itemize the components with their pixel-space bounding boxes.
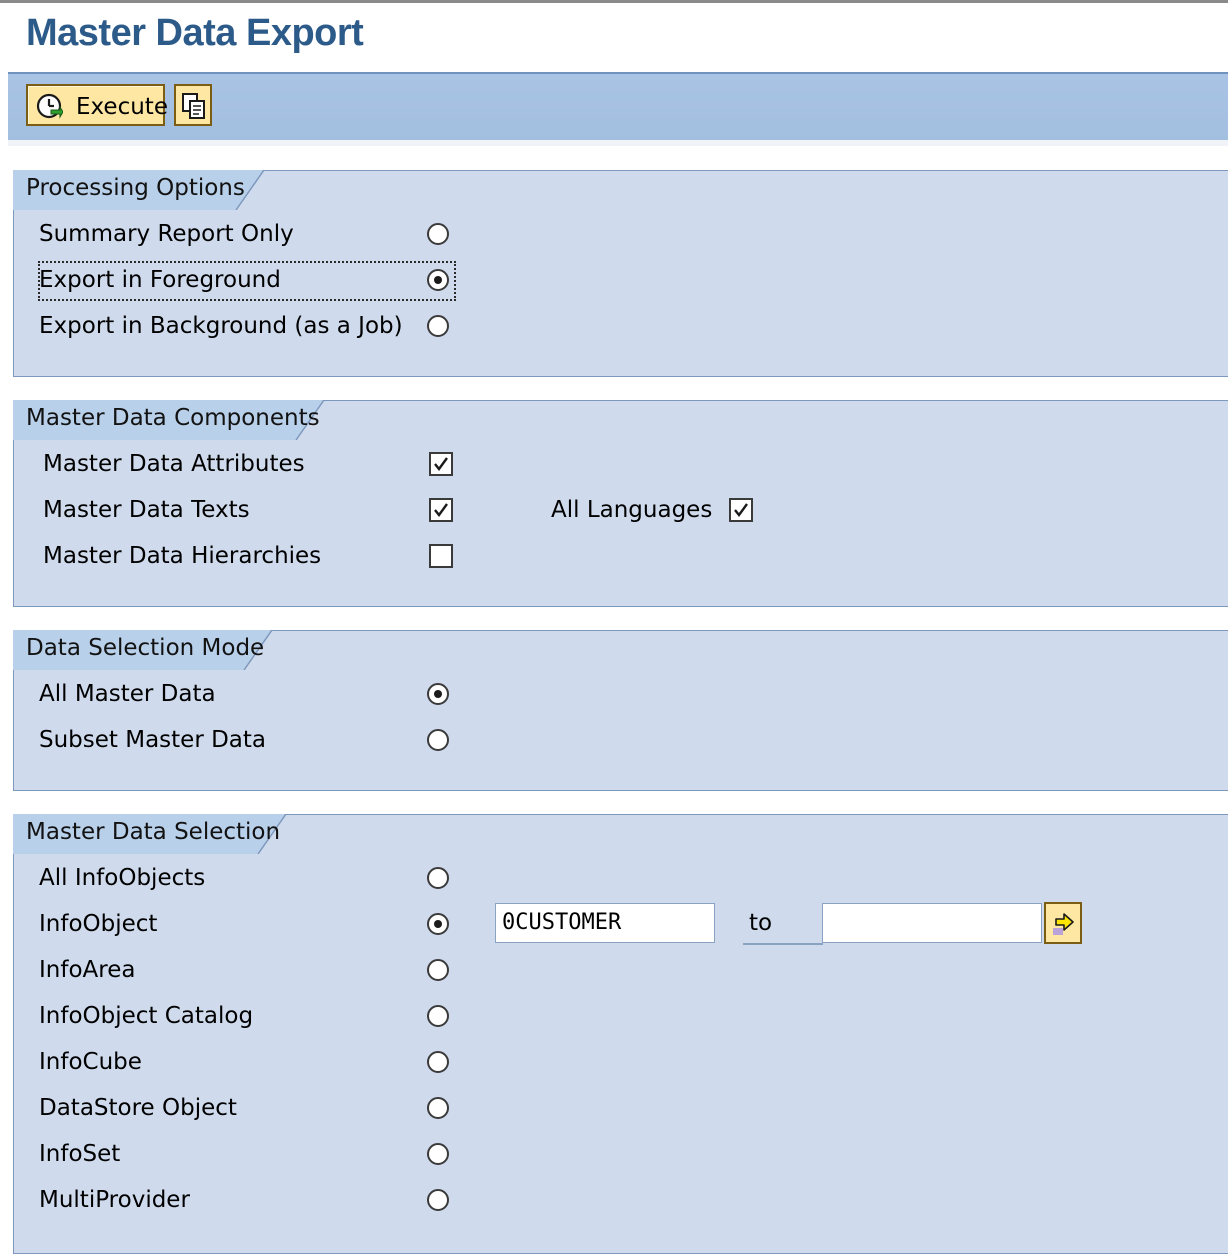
option-label: Export in Background (as a Job) [39,313,403,339]
checkmark-icon [434,503,448,517]
infoobject-to-field[interactable] [822,903,1042,943]
export-background-radio[interactable] [427,315,449,337]
range-to-cell: to [743,905,823,945]
arrow-right-icon [1053,913,1074,935]
group-title: Data Selection Mode [26,635,265,661]
datastore-object-radio[interactable] [427,1097,449,1119]
multiple-selection-button[interactable] [1044,902,1082,944]
option-label: InfoObject [39,911,158,937]
option-label: All InfoObjects [39,865,206,891]
range-to-label: to [749,910,773,936]
option-label: Subset Master Data [39,727,267,753]
master-data-selection-group: Master Data Selection All InfoObjects In… [13,814,1228,1254]
data-selection-mode-group: Data Selection Mode All Master Data Subs… [13,630,1228,791]
option-label: DataStore Object [39,1095,237,1121]
infoobject-from-field[interactable]: 0CUSTOMER [495,903,715,943]
window-top-border [0,0,1228,3]
option-label: InfoArea [39,957,136,983]
group-title: Master Data Selection [26,819,281,845]
infoobject-catalog-radio[interactable] [427,1005,449,1027]
master-data-texts-checkbox[interactable] [429,498,453,522]
checkmark-icon [734,503,748,517]
execute-button[interactable]: Execute [26,84,168,126]
infocube-radio[interactable] [427,1051,449,1073]
infoset-radio[interactable] [427,1143,449,1165]
page-title: Master Data Export [26,12,364,54]
all-infoobjects-radio[interactable] [427,867,449,889]
option-label: Export in Foreground [39,267,281,293]
option-label: All Master Data [39,681,216,707]
copy-variant-button[interactable] [174,84,212,126]
option-label: InfoSet [39,1141,121,1167]
component-label: Master Data Hierarchies [43,543,322,569]
group-title: Processing Options [26,175,245,201]
option-label: Summary Report Only [39,221,294,247]
processing-options-group: Processing Options Summary Report Only E… [13,170,1228,377]
all-master-data-radio[interactable] [427,683,449,705]
master-data-hierarchies-checkbox[interactable] [429,544,453,568]
all-languages-checkbox[interactable] [729,498,753,522]
all-languages-label: All Languages [551,497,713,523]
master-data-attributes-checkbox[interactable] [429,452,453,476]
clock-execute-icon [36,93,63,119]
application-toolbar: Execute [8,74,1228,146]
checkmark-icon [434,457,448,471]
execute-button-label: Execute [76,94,168,120]
option-label: InfoObject Catalog [39,1003,254,1029]
infoarea-radio[interactable] [427,959,449,981]
component-label: Master Data Attributes [43,451,305,477]
master-data-components-group: Master Data Components Master Data Attri… [13,400,1228,607]
option-label: InfoCube [39,1049,142,1075]
infoobject-radio[interactable] [427,913,449,935]
subset-master-data-radio[interactable] [427,729,449,751]
export-foreground-radio[interactable] [427,269,449,291]
option-label: MultiProvider [39,1187,190,1213]
summary-report-radio[interactable] [427,223,449,245]
group-title: Master Data Components [26,405,320,431]
multiprovider-radio[interactable] [427,1189,449,1211]
component-label: Master Data Texts [43,497,250,523]
copy-variant-icon [182,93,205,119]
